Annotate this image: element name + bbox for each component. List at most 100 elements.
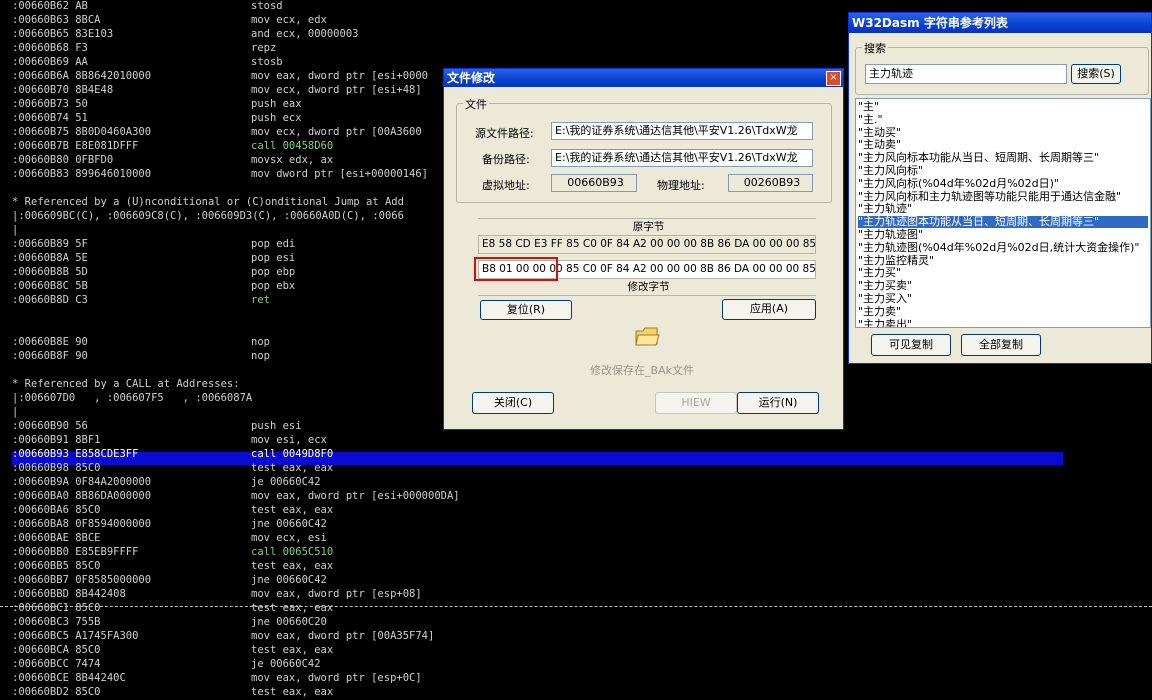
- listing-address: :00660B8A 5E: [12, 252, 88, 264]
- folder-icon: [635, 327, 660, 346]
- original-bytes-header: 原字节: [478, 218, 816, 235]
- listing-line[interactable]: :00660B93 E858CDE3FF call 0049D8F0: [0, 447, 1152, 461]
- string-list-item[interactable]: "主力风向标本功能从当日、短周期、长周期等三": [858, 152, 1148, 164]
- copy-visible-button[interactable]: 可见复制: [871, 334, 951, 356]
- listing-address: :00660BC5 A1745FA300: [12, 630, 139, 642]
- listing-instruction: test eax, eax: [251, 504, 334, 516]
- string-list-item[interactable]: "主.": [858, 113, 1148, 126]
- search-button[interactable]: 搜索(S): [1071, 64, 1121, 84]
- listing-line[interactable]: :00660BCC 7474 je 00660C42: [0, 657, 1152, 671]
- listing-instruction: test eax, eax: [251, 644, 334, 656]
- listing-address: :00660B80 0FBFD0: [12, 154, 114, 166]
- apply-button[interactable]: 应用(A): [722, 299, 816, 320]
- listing-address: :00660B73 50: [12, 98, 88, 110]
- source-path-label: 源文件路径:: [475, 127, 534, 140]
- listing-line[interactable]: :00660B98 85C0 test eax, eax: [0, 461, 1152, 475]
- file-modify-titlebar[interactable]: 文件修改: [444, 69, 843, 87]
- string-list-item[interactable]: "主": [858, 101, 1148, 113]
- string-list-item[interactable]: "主动买": [858, 126, 1148, 139]
- string-list-item[interactable]: "主力卖": [858, 305, 1148, 318]
- listing-instruction: je 00660C42: [251, 476, 321, 488]
- string-list-item[interactable]: "主力买卖": [858, 280, 1148, 292]
- copy-all-button[interactable]: 全部复制: [961, 334, 1041, 356]
- source-path-field[interactable]: E:\我的证券系统\通达信其他\平安V1.26\TdxW龙: [551, 122, 813, 140]
- listing-line[interactable]: :00660BCE 8B44240C mov eax, dword ptr [es…: [0, 671, 1152, 685]
- listing-address: :00660B65 83E103: [12, 28, 114, 40]
- listing-instruction: push ecx: [251, 112, 302, 124]
- listing-address: :00660B6A 8B8642010000: [12, 70, 152, 82]
- listing-line[interactable]: :00660BA8 0F8594000000 jne 00660C42: [0, 517, 1152, 531]
- listing-instruction: jne 00660C42: [251, 574, 327, 586]
- listing-instruction: push eax: [251, 98, 302, 110]
- listing-instruction: call 00458D60: [251, 140, 334, 152]
- listing-address: :00660B74 51: [12, 112, 88, 124]
- string-list[interactable]: "主" "主." "主动买" "主动卖" "主力风向标本功能从当日、短周期、长周期等三"…: [855, 98, 1151, 328]
- string-list-item[interactable]: "主动卖": [858, 139, 1148, 151]
- listing-address: |: [12, 224, 19, 236]
- listing-address: :00660B63 8BCA: [12, 14, 101, 26]
- listing-line[interactable]: :00660BC3 755B jne 00660C20: [0, 615, 1152, 629]
- string-list-item[interactable]: "主力轨迹图": [858, 229, 1148, 241]
- listing-line[interactable]: :00660BD2 85C0 test eax, eax: [0, 685, 1152, 699]
- string-list-item[interactable]: "主力轨迹": [858, 203, 1148, 215]
- listing-address: |:006607D0 , :006607F5 , :0066087A: [12, 392, 253, 404]
- listing-line[interactable]: :00660B9A 0F84A2000000 je 00660C42: [0, 475, 1152, 489]
- listing-instruction: mov eax, dword ptr [esp+08]: [251, 588, 422, 600]
- listing-instruction: ret: [251, 294, 270, 306]
- listing-address: :00660BB7 0F8585000000: [12, 574, 152, 586]
- listing-instruction: test eax, eax: [251, 602, 334, 614]
- backup-path-field[interactable]: E:\我的证券系统\通达信其他\平安V1.26\TdxW龙: [551, 149, 813, 167]
- listing-instruction: test eax, eax: [251, 462, 334, 474]
- search-input[interactable]: 主力轨迹: [865, 64, 1067, 84]
- reset-button[interactable]: 复位(R): [480, 300, 572, 320]
- string-list-item[interactable]: "主力风向标和主力轨迹图等功能只能用于通达信金融": [858, 190, 1148, 203]
- listing-address: :00660B98 85C0: [12, 462, 101, 474]
- listing-line[interactable]: :00660BA6 85C0 test eax, eax: [0, 503, 1152, 517]
- listing-address: :00660BB5 85C0: [12, 560, 101, 572]
- listing-instruction: pop edi: [251, 238, 296, 250]
- close-button[interactable]: 关闭(C): [472, 392, 554, 414]
- listing-instruction: mov esi, ecx: [251, 434, 327, 446]
- physical-address-label: 物理地址:: [657, 179, 705, 192]
- listing-instruction: push esi: [251, 420, 302, 432]
- string-list-item[interactable]: "主力风向标(%04d年%02d月%02d日)": [858, 177, 1148, 190]
- listing-line[interactable]: :00660BCA 85C0 test eax, eax: [0, 643, 1152, 657]
- listing-instruction: pop ebp: [251, 266, 296, 278]
- listing-address: :00660B83 899646010000: [12, 168, 152, 180]
- listing-address: :00660B7B E8E081DFFF: [12, 140, 139, 152]
- listing-line[interactable]: :00660BB7 0F8585000000 jne 00660C42: [0, 573, 1152, 587]
- listing-line[interactable]: :00660BB0 E85EB9FFFF call 0065C510: [0, 545, 1152, 559]
- close-icon[interactable]: ×: [826, 71, 841, 86]
- listing-instruction: nop: [251, 350, 270, 362]
- listing-line[interactable]: :00660BC1 85C0 test eax, eax: [0, 601, 1152, 615]
- physical-address-field: 00260B93: [728, 174, 813, 192]
- string-list-item[interactable]: "主力买": [858, 267, 1148, 279]
- listing-address: :00660B8B 5D: [12, 266, 88, 278]
- hiew-button[interactable]: HIEW: [655, 392, 737, 414]
- run-button[interactable]: 运行(N): [737, 392, 819, 414]
- string-list-item[interactable]: "主力监控精灵": [858, 254, 1148, 267]
- string-list-item[interactable]: "主力轨迹图(%04d年%02d月%02d日,统计大资金操作)": [858, 241, 1148, 254]
- string-list-item[interactable]: "主力买入": [858, 293, 1148, 305]
- listing-instruction: stosb: [251, 56, 283, 68]
- listing-address: * Referenced by a CALL at Addresses:: [12, 378, 240, 390]
- listing-instruction: movsx edx, ax: [251, 154, 334, 166]
- string-reference-titlebar[interactable]: W32Dasm 字符串参考列表: [849, 13, 1151, 33]
- listing-address: * Referenced by a (U)nconditional or (C)…: [12, 196, 404, 208]
- backup-path-label: 备份路径:: [482, 153, 530, 166]
- string-list-item[interactable]: "主力轨迹图本功能从当日、短周期、长周期等三": [858, 216, 1148, 229]
- listing-line[interactable]: :00660BAE 8BCE mov ecx, esi: [0, 531, 1152, 545]
- listing-instruction: call 0049D8F0: [251, 448, 334, 460]
- string-list-item[interactable]: "主力风向标": [858, 165, 1148, 177]
- string-list-item[interactable]: "主力卖出": [858, 318, 1148, 327]
- listing-instruction: jne 00660C20: [251, 616, 327, 628]
- listing-address: :00660B8C 5B: [12, 280, 88, 292]
- listing-line[interactable]: :00660BB5 85C0 test eax, eax: [0, 559, 1152, 573]
- listing-address: :00660B75 8B0D0460A300: [12, 126, 152, 138]
- listing-line[interactable]: :00660BBD 8B442408 mov eax, dword ptr [es…: [0, 587, 1152, 601]
- file-group-label: 文件: [463, 96, 489, 112]
- listing-instruction: mov eax, dword ptr [esp+0C]: [251, 672, 422, 684]
- listing-line[interactable]: :00660B91 8BF1 mov esi, ecx: [0, 433, 1152, 447]
- listing-line[interactable]: :00660BC5 A1745FA300 mov eax, dword ptr […: [0, 629, 1152, 643]
- listing-line[interactable]: :00660BA0 8B86DA000000 mov eax, dword ptr…: [0, 489, 1152, 503]
